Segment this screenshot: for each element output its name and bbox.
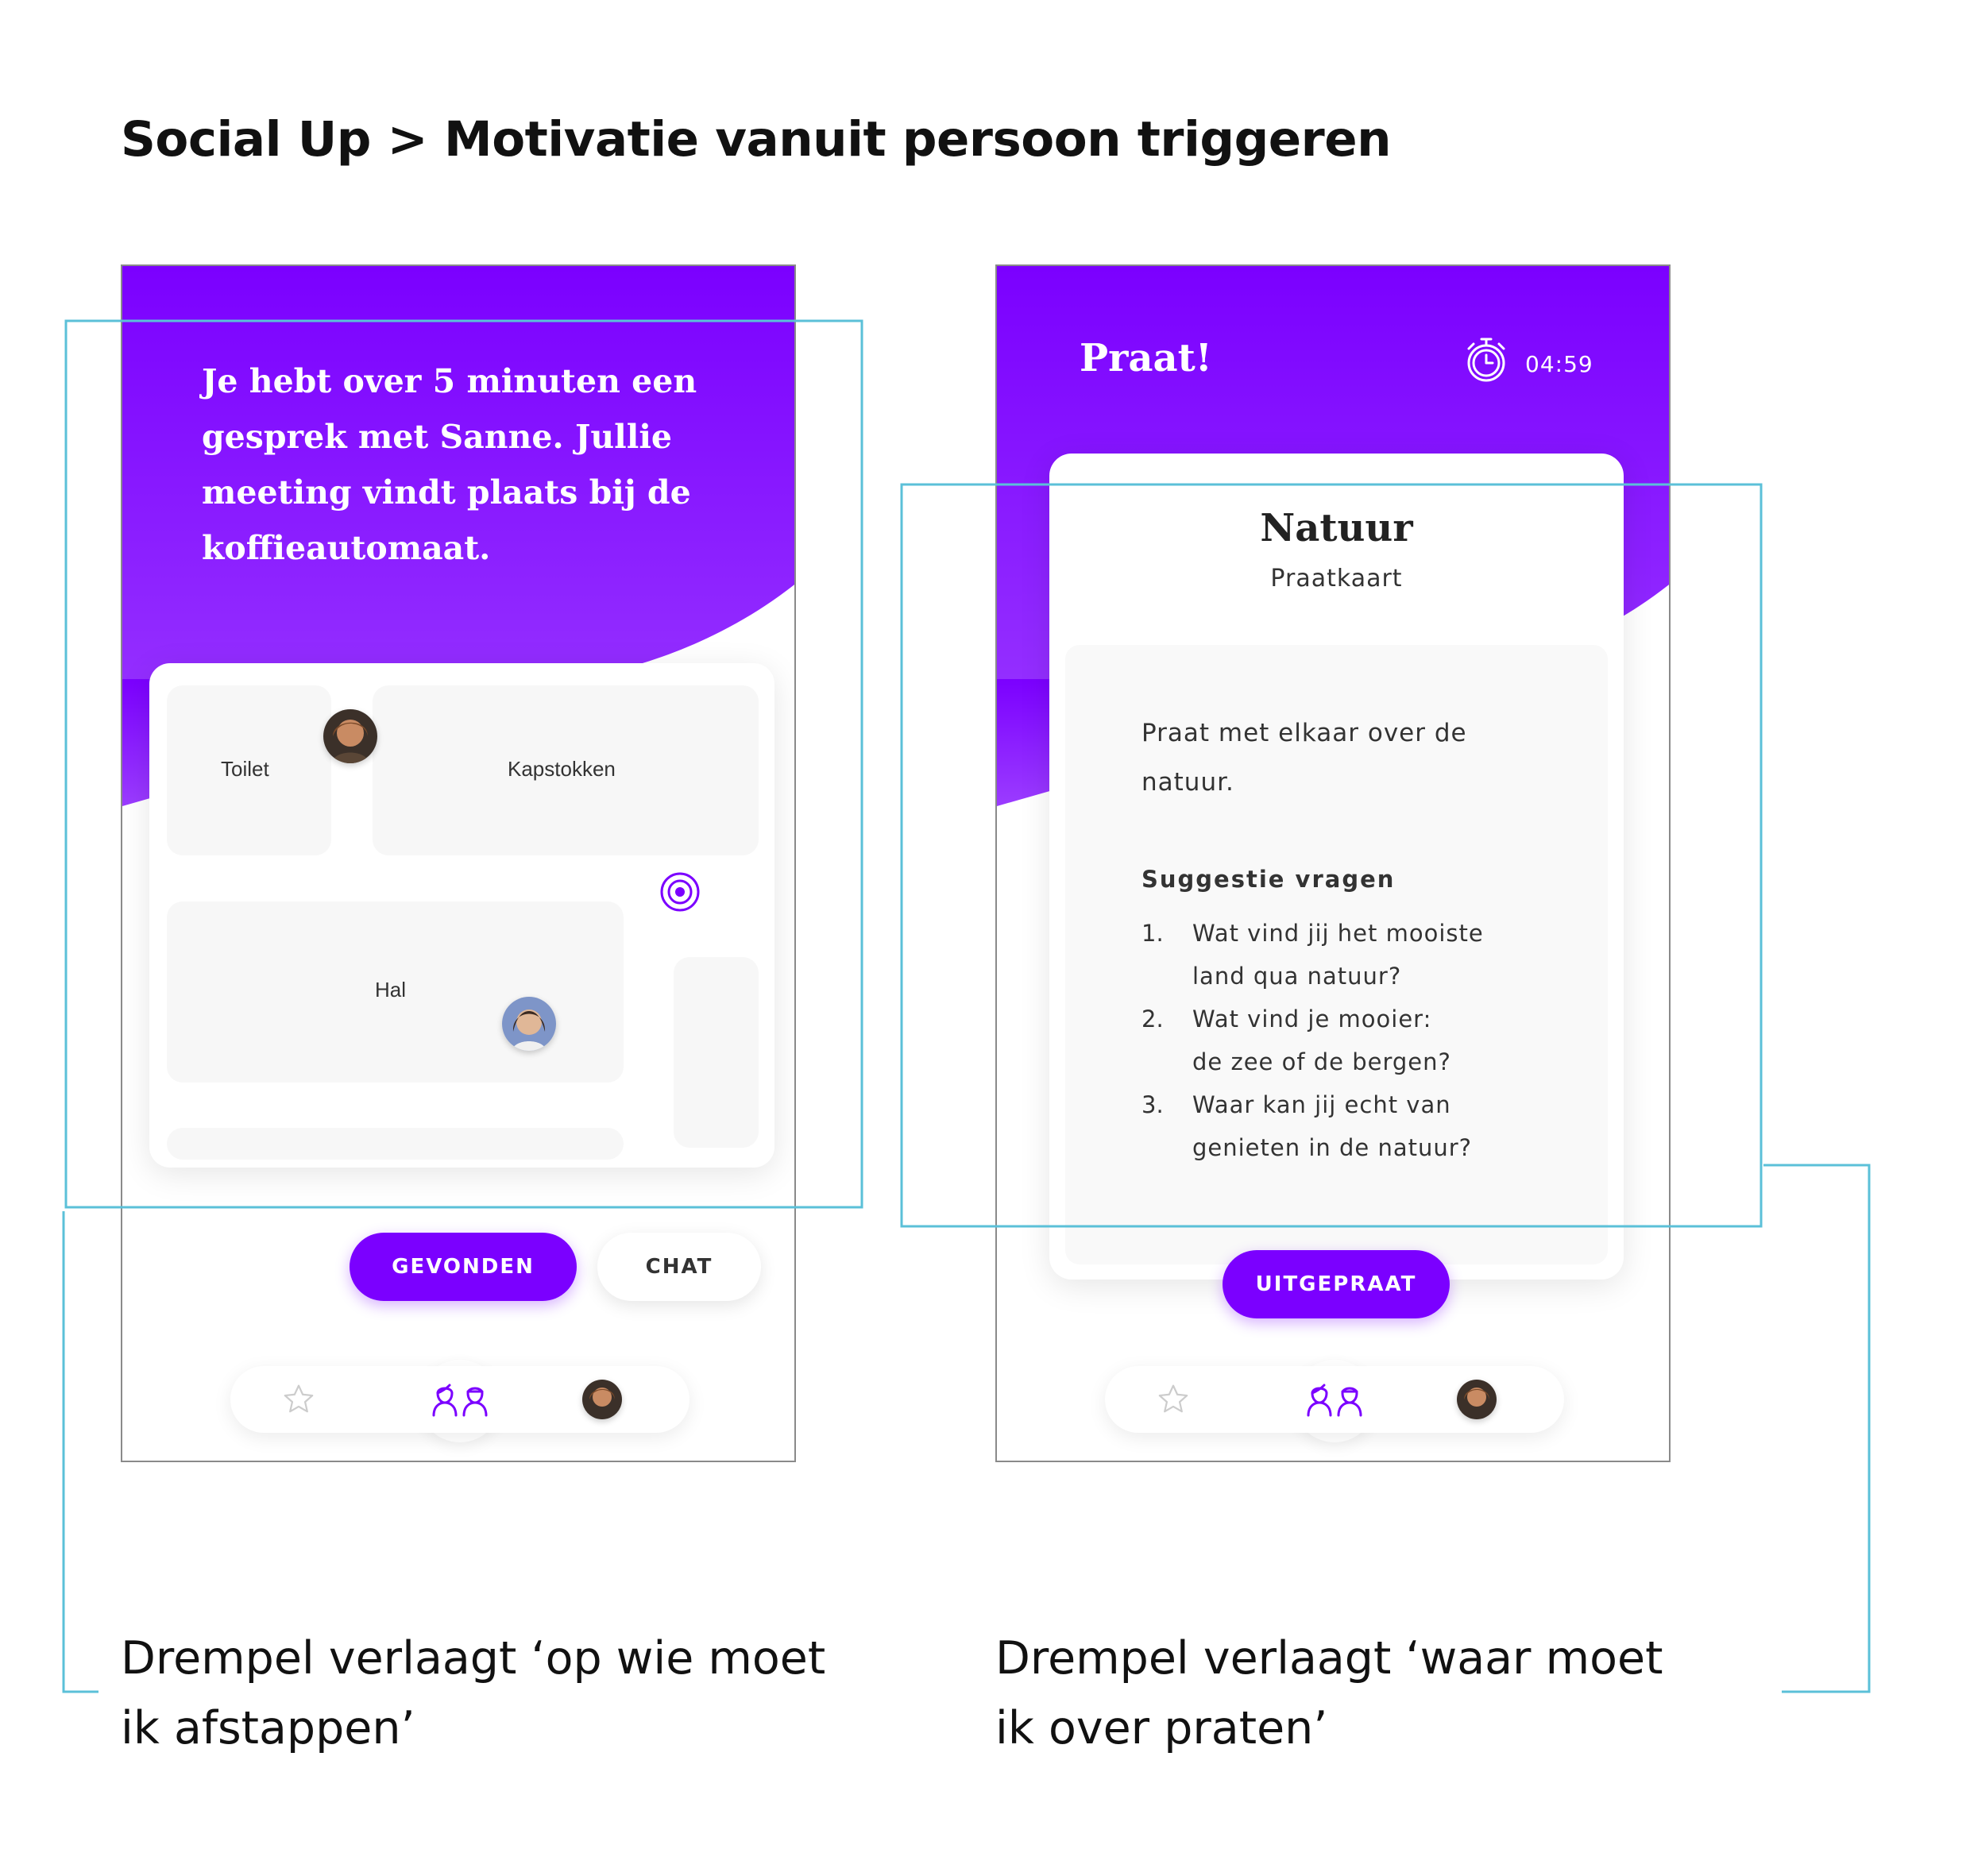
people-icon <box>1307 1384 1362 1417</box>
room-toilet[interactable]: Toilet <box>167 685 331 855</box>
card-body-text: Praat met elkaar over de natuur. <box>1141 719 1467 797</box>
page-title: Social Up > Motivatie vanuit persoon tri… <box>121 111 1392 168</box>
room-label-hal: Hal <box>375 978 407 1002</box>
timer: 04:59 <box>1525 351 1593 377</box>
nav-people[interactable] <box>429 1377 491 1422</box>
nav-favorites[interactable] <box>1154 1380 1192 1419</box>
star-icon <box>1158 1384 1188 1413</box>
room-kapstokken[interactable]: Kapstokken <box>373 685 759 855</box>
phone-screen-meeting: Je hebt over 5 minuten een gesprek met S… <box>121 264 796 1462</box>
suggestion-list: 1. Wat vind jij het mooiste land qua nat… <box>1141 912 1586 1169</box>
suggestion-item: 3. Waar kan jij echt van genieten in de … <box>1141 1083 1586 1169</box>
conversation-card: Natuur Praatkaart Praat met elkaar over … <box>1049 454 1624 1280</box>
suggestion-item: 1. Wat vind jij het mooiste land qua nat… <box>1141 912 1586 998</box>
chat-button[interactable]: CHAT <box>597 1233 761 1301</box>
room-side[interactable] <box>674 957 759 1148</box>
stopwatch-icon <box>1462 334 1510 385</box>
nav-profile-avatar[interactable] <box>1457 1380 1497 1419</box>
room-bottom[interactable] <box>167 1128 624 1160</box>
suggestion-item: 2. Wat vind je mooier: de zee of de berg… <box>1141 998 1586 1083</box>
room-hal[interactable]: Hal <box>167 901 624 1083</box>
avatar-self[interactable] <box>502 997 556 1051</box>
done-talking-button[interactable]: UITGEPRAAT <box>1223 1250 1450 1318</box>
room-label-kapstokken: Kapstokken <box>508 757 616 781</box>
nav-people[interactable] <box>1304 1377 1365 1422</box>
card-content: Praat met elkaar over de natuur. Suggest… <box>1065 645 1608 1264</box>
target-icon[interactable] <box>659 871 701 913</box>
card-title: Natuur <box>1260 506 1413 550</box>
phone-screen-conversation: Praat! 04:59 Natuur Praatkaart Praat met… <box>995 264 1671 1462</box>
suggestion-number: 3. <box>1141 1091 1164 1118</box>
meeting-intro-text: Je hebt over 5 minuten een gesprek met S… <box>202 362 697 567</box>
bracket-left <box>62 1211 98 1693</box>
bracket-right <box>1763 1164 1871 1693</box>
nav-favorites[interactable] <box>280 1380 318 1419</box>
card-subtitle: Praatkaart <box>1270 565 1403 593</box>
suggestion-number: 1. <box>1141 920 1164 947</box>
room-label-toilet: Toilet <box>221 757 269 781</box>
suggestion-text: Wat vind jij het mooiste land qua natuur… <box>1192 920 1484 990</box>
nav-profile-avatar[interactable] <box>582 1380 622 1419</box>
people-icon <box>432 1384 488 1417</box>
suggestions-heading: Suggestie vragen <box>1141 866 1396 893</box>
caption-right: Drempel verlaagt ‘waar moet ik over prat… <box>995 1632 1663 1754</box>
bottom-nav <box>230 1366 690 1433</box>
suggestion-number: 2. <box>1141 1006 1164 1033</box>
star-icon <box>284 1384 314 1413</box>
caption-left: Drempel verlaagt ‘op wie moet ik afstapp… <box>121 1632 826 1754</box>
avatar-sanne[interactable] <box>323 709 377 763</box>
found-button[interactable]: GEVONDEN <box>350 1233 577 1301</box>
office-map[interactable]: Toilet Kapstokken Hal <box>149 663 774 1168</box>
suggestion-text: Wat vind je mooier: de zee of de bergen? <box>1192 1006 1451 1075</box>
screen-title: Praat! <box>1080 336 1212 380</box>
bottom-nav <box>1105 1366 1564 1433</box>
suggestion-text: Waar kan jij echt van genieten in de nat… <box>1192 1091 1473 1161</box>
